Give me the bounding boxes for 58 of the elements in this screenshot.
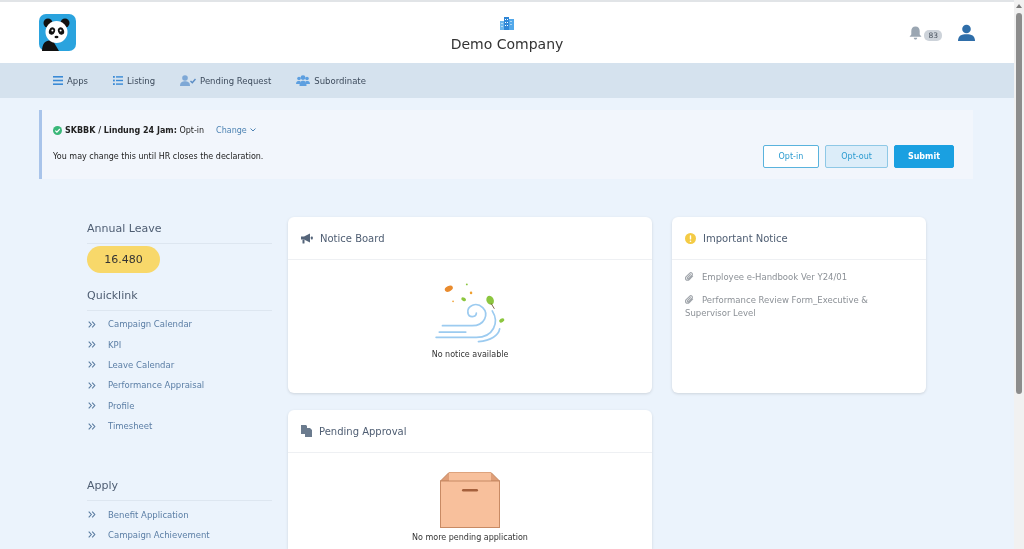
- quick-link[interactable]: Campaign Calendar: [87, 314, 193, 335]
- wind-and-leaves-drawing: [434, 282, 506, 344]
- list-icon: [113, 76, 124, 85]
- section-title: Annual Leave: [87, 222, 162, 235]
- change-link[interactable]: Change: [216, 125, 256, 135]
- card-title: Notice Board: [320, 232, 385, 244]
- scrollbar-thumb[interactable]: [1016, 13, 1022, 394]
- quick-link[interactable]: Leave Calendar: [87, 354, 175, 376]
- double-chevron-icon: [88, 422, 96, 430]
- section-title: Apply: [87, 479, 119, 493]
- double-chevron-icon: [88, 402, 96, 410]
- leave-balance: 16.480: [87, 246, 160, 273]
- attachment-link[interactable]: Performance Review Form_Executive & Supervisor Level: [685, 294, 906, 320]
- quick-link[interactable]: Performance Appraisal: [87, 375, 205, 396]
- company-name: Demo Company: [450, 34, 564, 53]
- menu-icon: [53, 76, 63, 85]
- caret-icon: [249, 128, 256, 132]
- buildings-icon: [500, 15, 514, 30]
- double-chevron-icon: [88, 531, 96, 539]
- option-button[interactable]: Opt-out: [825, 145, 888, 168]
- paperclip-icon: [685, 272, 694, 281]
- card-title: Pending Approval: [319, 425, 407, 437]
- users-icon: [296, 75, 311, 86]
- panda-logo-icon[interactable]: [39, 14, 76, 51]
- quick-link[interactable]: Benefit Application: [87, 504, 189, 525]
- submit-button[interactable]: Submit: [893, 145, 954, 168]
- quick-link[interactable]: Timesheet: [87, 415, 153, 437]
- nav-item[interactable]: Listing: [113, 75, 156, 86]
- megaphone-icon: [301, 232, 313, 244]
- scrollbar[interactable]: [1014, 0, 1024, 549]
- check-circle-icon: [53, 125, 62, 135]
- section-title: Quicklink: [87, 289, 138, 302]
- empty-message: No notice available: [431, 349, 509, 360]
- user-icon[interactable]: [958, 24, 975, 41]
- scroll-up-icon[interactable]: [1016, 4, 1022, 8]
- declaration-message: You may change this until HR closes the declaration.: [53, 152, 264, 161]
- double-chevron-icon: [88, 341, 96, 349]
- quick-link[interactable]: Campaign Achievement: [87, 524, 210, 546]
- option-button[interactable]: Opt-in: [762, 145, 820, 168]
- declaration-status: SKBBK / Lindung 24 Jam: Opt-in: [65, 125, 205, 135]
- copy-icon: [301, 425, 312, 437]
- double-chevron-icon: [88, 511, 96, 519]
- nav-item[interactable]: Subordinate: [296, 75, 366, 86]
- card-title: Important Notice: [703, 232, 788, 244]
- paperclip-icon: [685, 295, 694, 304]
- attachment-link[interactable]: Employee e-Handbook Ver Y24/01: [685, 271, 906, 284]
- nav-item[interactable]: Apps: [53, 75, 89, 86]
- user-check-icon: [180, 75, 197, 86]
- double-chevron-icon: [88, 320, 96, 328]
- double-chevron-icon: [88, 361, 96, 369]
- quick-link[interactable]: KPI: [87, 334, 122, 355]
- empty-message: No more pending application: [412, 532, 528, 543]
- empty-box-drawing: [440, 472, 500, 528]
- bell-icon[interactable]: [909, 25, 923, 40]
- double-chevron-icon: [88, 381, 96, 389]
- nav-item[interactable]: Pending Request: [180, 75, 272, 86]
- quick-link[interactable]: Profile: [87, 395, 135, 416]
- exclamation-icon: [685, 232, 696, 244]
